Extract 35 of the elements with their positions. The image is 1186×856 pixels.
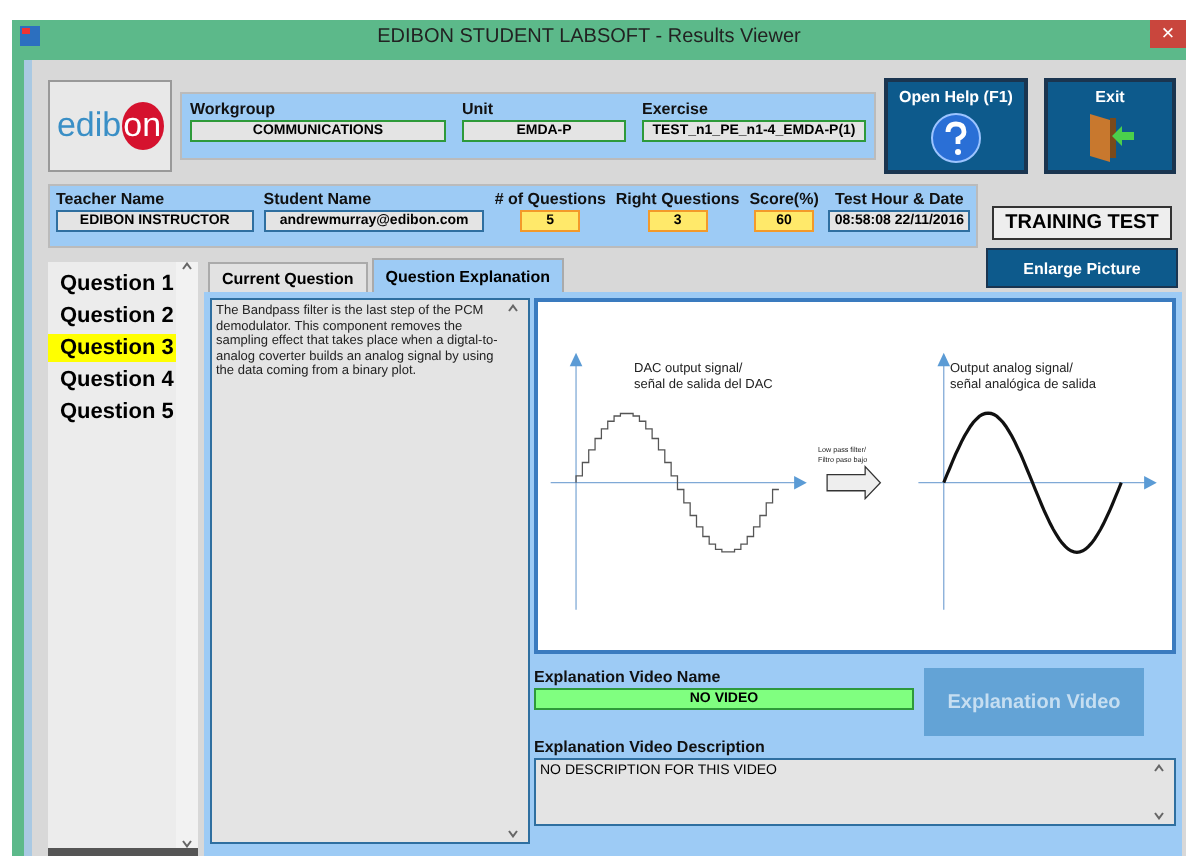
scroll-down-icon[interactable] <box>1154 812 1164 820</box>
scroll-down-icon[interactable] <box>182 840 192 848</box>
field-label: Exercise <box>642 100 710 118</box>
question-item[interactable]: Question 5 <box>48 398 176 426</box>
field-label: Test Hour & Date <box>835 190 964 208</box>
logo: edibon <box>48 80 172 172</box>
field-label: Workgroup <box>190 100 278 118</box>
field-label: Unit <box>462 100 496 118</box>
field-label: Explanation Video Name <box>534 668 723 686</box>
field-label: # of Questions <box>494 190 606 208</box>
scroll-up-icon[interactable] <box>182 262 192 270</box>
question-item[interactable]: Question 3 <box>48 334 176 362</box>
scroll-up-icon[interactable] <box>1154 764 1164 772</box>
arrow-icon <box>826 465 882 501</box>
field-label: Teacher Name <box>56 190 167 208</box>
enlarge-picture-button[interactable]: Enlarge Picture <box>986 248 1178 288</box>
question-item[interactable]: Question 1 <box>48 270 176 298</box>
close-button[interactable]: × <box>1150 20 1186 48</box>
field-label: Score(%) <box>749 190 819 208</box>
training-test-button[interactable]: TRAINING TEST <box>992 206 1172 240</box>
tab[interactable]: Question Explanation <box>371 258 565 292</box>
scroll-down-icon[interactable] <box>508 830 518 838</box>
scroll-up-icon[interactable] <box>508 304 518 312</box>
app-icon <box>20 26 40 46</box>
window-title: EDIBON STUDENT LABSOFT - Results Viewer <box>375 25 803 47</box>
question-item[interactable]: Question 2 <box>48 302 176 330</box>
tab[interactable]: Current Question <box>208 262 368 292</box>
field-label: Explanation Video Description <box>534 738 767 756</box>
field-label: Right Questions <box>615 190 740 208</box>
exit-button[interactable]: Exit <box>1044 78 1176 174</box>
question-icon <box>930 112 982 164</box>
scrollbar[interactable] <box>176 262 198 848</box>
help-button[interactable]: Open Help (F1) <box>884 78 1028 174</box>
question-item[interactable]: Question 4 <box>48 366 176 394</box>
field-label: Student Name <box>263 190 374 208</box>
